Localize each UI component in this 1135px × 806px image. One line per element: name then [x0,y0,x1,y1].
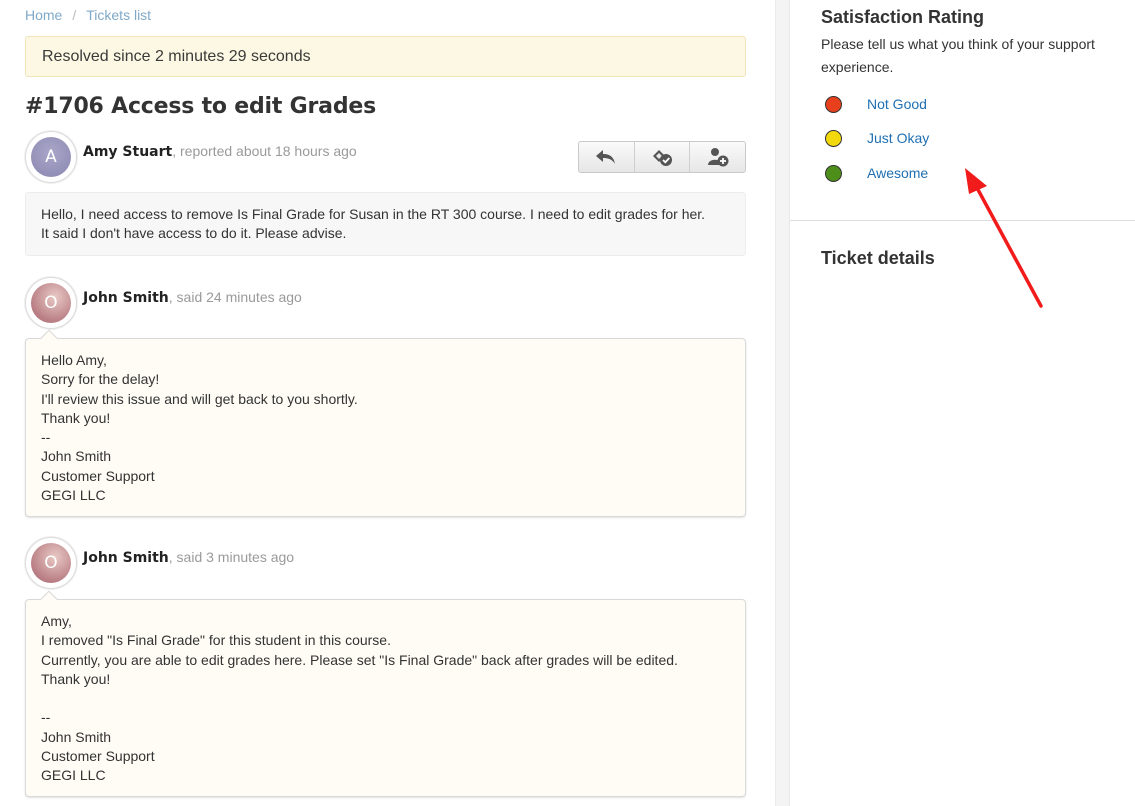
avatar-letter: O [31,543,71,583]
rating-option-just-okay[interactable]: Just Okay [825,128,929,148]
breadcrumb-tickets-list-link[interactable]: Tickets list [86,7,151,23]
post-message: Hello Amy, Sorry for the delay! I'll rev… [25,329,746,517]
message-line: GEGI LLC [41,767,106,784]
assign-user-icon [707,148,729,167]
avatar: O [25,537,77,589]
message-line: John Smith [41,448,112,465]
message-line: I removed "Is Final Grade" for this stud… [41,632,391,649]
message-line: I'll review this issue and will get back… [41,390,358,407]
breadcrumb: Home / Tickets list [25,6,151,24]
message-line [41,689,730,708]
rating-label[interactable]: Just Okay [867,130,929,146]
avatar: A [25,131,77,183]
post-meta: Amy Stuart, reported about 18 hours ago [83,143,357,160]
message-line: Thank you! [41,409,111,426]
resolve-ticket-button[interactable] [635,142,691,172]
avatar-letter: O [31,283,71,323]
breadcrumb-home-link[interactable]: Home [25,7,62,23]
post-message: Hello, I need access to remove Is Final … [25,192,746,256]
post-author: John Smith [83,550,169,566]
post-meta: John Smith, said 24 minutes ago [83,289,302,306]
message-line: John Smith [41,728,112,745]
post-meta: John Smith, said 3 minutes ago [83,549,294,566]
rating-option-not-good[interactable]: Not Good [825,94,927,114]
avatar: O [25,277,77,329]
post-message: Amy, I removed "Is Final Grade" for this… [25,590,746,797]
rating-label[interactable]: Awesome [867,165,928,181]
breadcrumb-separator: / [72,7,77,23]
message-line: Sorry for the delay! [41,371,160,388]
post-author: Amy Stuart [83,144,173,160]
avatar-letter: A [31,137,71,177]
post-author: John Smith [83,290,169,306]
assign-user-button[interactable] [690,142,745,172]
message-line: Customer Support [41,467,155,484]
post-timestamp: , said 24 minutes ago [168,289,302,305]
sidebar-divider [790,220,1135,221]
column-divider [775,0,790,806]
green-dot-icon [825,164,842,182]
message-line: GEGI LLC [41,487,106,504]
ticket-details-title: Ticket details [821,248,935,268]
ticket-title: #1706 Access to edit Grades [25,94,376,119]
satisfaction-rating-description: Please tell us what you think of your su… [821,36,1095,75]
post-timestamp: , reported about 18 hours ago [172,143,357,159]
reply-button[interactable] [579,142,635,172]
message-line: Amy, [41,613,72,629]
message-line: Customer Support [41,748,155,765]
reply-icon [596,150,616,164]
ticket-sidebar: Satisfaction Rating Please tell us what … [790,0,1135,806]
bubble-caret [40,590,58,608]
resolve-icon [653,150,672,166]
rating-label[interactable]: Not Good [867,96,927,112]
message-line: Thank you! [41,670,111,687]
satisfaction-rating-title: Satisfaction Rating [821,7,985,27]
message-line: Hello, I need access to remove Is Final … [41,206,706,222]
message-line: -- [41,709,51,726]
message-line: It said I don't have access to do it. Pl… [41,225,347,242]
bubble-caret [40,329,58,347]
resolved-status-alert: Resolved since 2 minutes 29 seconds [25,36,746,77]
rating-option-awesome[interactable]: Awesome [825,163,928,183]
yellow-dot-icon [825,129,842,147]
message-line: -- [41,429,51,446]
red-dot-icon [825,95,842,113]
ticket-actions-toolbar [578,141,746,173]
message-line: Currently, you are able to edit grades h… [41,651,678,668]
message-line: Hello Amy, [41,352,107,368]
post-timestamp: , said 3 minutes ago [168,549,295,565]
